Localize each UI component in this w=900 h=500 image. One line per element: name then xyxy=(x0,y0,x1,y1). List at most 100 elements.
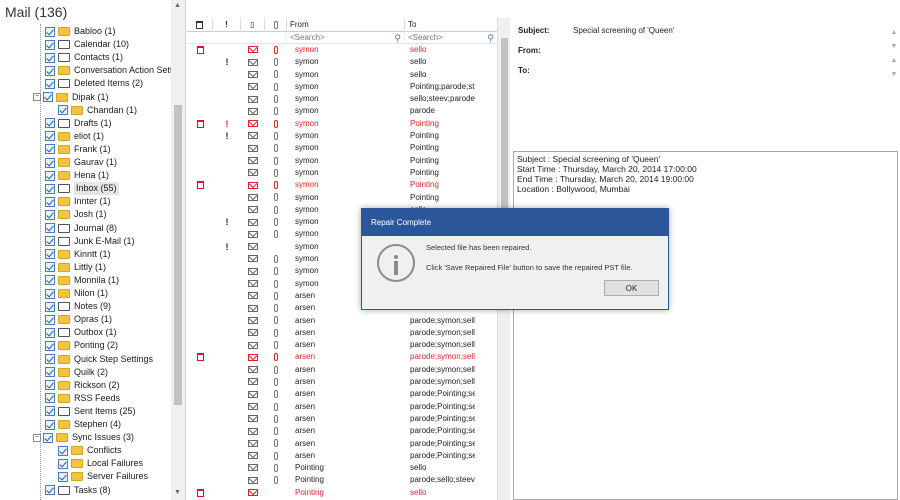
folder-checkbox[interactable] xyxy=(45,262,55,273)
folder-item[interactable]: Deleted Items (2) xyxy=(45,77,143,90)
message-row[interactable]: symon parode xyxy=(187,105,497,117)
message-row[interactable]: Pointing sello xyxy=(187,462,497,474)
folder-scrollbar[interactable]: ▲ ▼ xyxy=(171,0,185,500)
folder-item[interactable]: Monnila (1) xyxy=(45,274,119,287)
message-row[interactable]: arsen parode;symon;sello;s xyxy=(187,339,497,351)
message-row[interactable]: arsen parode;symon;sello;s xyxy=(187,364,497,376)
from-search-input[interactable]: <Search> ⚲ xyxy=(287,32,405,44)
scroll-down-icon[interactable]: ▼ xyxy=(890,40,898,54)
folder-item[interactable]: Local Failures xyxy=(58,457,143,470)
ok-button[interactable]: OK xyxy=(604,280,659,296)
folder-item[interactable]: Innter (1) xyxy=(45,195,111,208)
folder-checkbox[interactable] xyxy=(45,26,55,37)
message-row[interactable]: arsen parode;symon;sello;s xyxy=(187,327,497,339)
folder-item[interactable]: RSS Feeds xyxy=(45,392,120,405)
folder-item[interactable]: Inbox (55) xyxy=(45,182,119,196)
header-fields-scroll[interactable]: ▲ ▼ ▲ ▼ xyxy=(890,26,898,84)
folder-item[interactable]: Opras (1) xyxy=(45,313,112,326)
scroll-down-icon[interactable]: ▼ xyxy=(174,489,181,496)
folder-item[interactable]: Tasks (8) xyxy=(45,484,111,497)
folder-checkbox[interactable] xyxy=(45,301,55,312)
folder-item[interactable]: Quick Step Settings xyxy=(45,353,153,366)
folder-checkbox[interactable] xyxy=(45,170,55,181)
scroll-up-icon[interactable]: ▲ xyxy=(890,26,898,40)
folder-checkbox[interactable] xyxy=(45,406,55,417)
message-row[interactable]: arsen parode;Pointing;sello xyxy=(187,388,497,400)
folder-item[interactable]: Journal (8) xyxy=(45,222,117,235)
message-row[interactable]: arsen parode;Pointing;sello xyxy=(187,425,497,437)
collapse-icon[interactable]: − xyxy=(33,93,41,101)
importance-column-header[interactable]: ! xyxy=(213,18,241,32)
folder-item[interactable]: Junk E-Mail (1) xyxy=(45,235,135,248)
folder-item[interactable]: − Sync Issues (3) xyxy=(33,431,134,444)
message-row[interactable]: ! symon Pointing xyxy=(187,130,497,142)
folder-checkbox[interactable] xyxy=(45,223,55,233)
scrollbar-thumb[interactable] xyxy=(174,105,182,405)
folder-checkbox[interactable] xyxy=(45,157,55,168)
message-row[interactable]: arsen parode;symon;sello;s xyxy=(187,351,497,363)
message-row[interactable]: arsen parode;Pointing;sello xyxy=(187,413,497,425)
folder-checkbox[interactable] xyxy=(45,288,55,299)
delete-column-header[interactable] xyxy=(187,18,213,32)
folder-item[interactable]: Drafts (1) xyxy=(45,117,112,130)
message-row[interactable]: symon sello xyxy=(187,44,497,56)
folder-checkbox[interactable] xyxy=(45,485,55,495)
message-row[interactable]: symon Pointing xyxy=(187,192,497,204)
folder-checkbox[interactable] xyxy=(58,458,68,469)
folder-item[interactable]: Nilon (1) xyxy=(45,287,108,300)
folder-checkbox[interactable] xyxy=(45,367,55,378)
folder-checkbox[interactable] xyxy=(58,471,68,482)
to-column-header[interactable]: To xyxy=(405,18,497,32)
collapse-icon[interactable]: − xyxy=(33,433,41,442)
type-column-header[interactable]: ▯ xyxy=(241,18,265,32)
folder-checkbox[interactable] xyxy=(43,432,53,443)
folder-checkbox[interactable] xyxy=(45,65,55,76)
message-row[interactable]: Pointing parode;sello;steev xyxy=(187,474,497,486)
message-row[interactable]: ! symon sello xyxy=(187,56,497,68)
folder-checkbox[interactable] xyxy=(45,78,55,89)
folder-item[interactable]: Kinntt (1) xyxy=(45,248,111,261)
folder-item[interactable]: Calendar (10) xyxy=(45,38,129,51)
scrollbar-thumb[interactable] xyxy=(501,38,508,218)
folder-item[interactable]: Conversation Action Setti xyxy=(45,64,172,77)
attachment-column-header[interactable] xyxy=(265,18,287,32)
message-row[interactable]: symon Pointing xyxy=(187,167,497,179)
message-row[interactable]: arsen parode;symon;sello;s xyxy=(187,376,497,388)
folder-item[interactable]: Chandan (1) xyxy=(58,104,137,117)
folder-item[interactable]: Server Failures xyxy=(58,470,148,483)
folder-checkbox[interactable] xyxy=(45,196,55,207)
scroll-down-icon[interactable]: ▼ xyxy=(890,68,898,82)
folder-item[interactable]: Babloo (1) xyxy=(45,25,116,38)
folder-item[interactable]: eliot (1) xyxy=(45,130,104,143)
message-row[interactable]: arsen parode;Pointing;sello xyxy=(187,438,497,450)
folder-item[interactable]: Conflicts xyxy=(58,444,122,457)
folder-item[interactable]: Notes (9) xyxy=(45,300,111,313)
scroll-up-icon[interactable]: ▲ xyxy=(174,2,181,9)
folder-checkbox[interactable] xyxy=(45,340,55,351)
message-row[interactable]: ! symon Pointing xyxy=(187,118,497,130)
folder-item[interactable]: Sent Items (25) xyxy=(45,405,136,418)
folder-checkbox[interactable] xyxy=(43,92,53,102)
folder-checkbox[interactable] xyxy=(45,419,55,430)
folder-checkbox[interactable] xyxy=(45,354,55,364)
folder-checkbox[interactable] xyxy=(58,445,68,456)
folder-item[interactable]: Stephen (4) xyxy=(45,418,121,431)
folder-item[interactable]: Quilk (2) xyxy=(45,366,108,379)
folder-checkbox[interactable] xyxy=(45,275,55,286)
folder-item[interactable]: Hena (1) xyxy=(45,169,109,182)
folder-checkbox[interactable] xyxy=(45,39,55,50)
folder-checkbox[interactable] xyxy=(45,144,55,155)
folder-item[interactable]: Littly (1) xyxy=(45,261,106,274)
folder-checkbox[interactable] xyxy=(45,118,55,129)
message-row[interactable]: symon Pointing;parode;steev xyxy=(187,81,497,93)
message-row[interactable]: Pointing sello xyxy=(187,487,497,499)
folder-checkbox[interactable] xyxy=(45,52,55,63)
folder-checkbox[interactable] xyxy=(58,105,68,116)
folder-checkbox[interactable] xyxy=(45,183,55,194)
folder-item[interactable]: Josh (1) xyxy=(45,208,107,221)
folder-item[interactable]: Outbox (1) xyxy=(45,326,117,339)
folder-item[interactable]: Gaurav (1) xyxy=(45,156,117,169)
folder-item[interactable]: − Dipak (1) xyxy=(33,91,109,104)
message-row[interactable]: symon Pointing xyxy=(187,179,497,191)
search-icon[interactable]: ⚲ xyxy=(487,32,494,44)
